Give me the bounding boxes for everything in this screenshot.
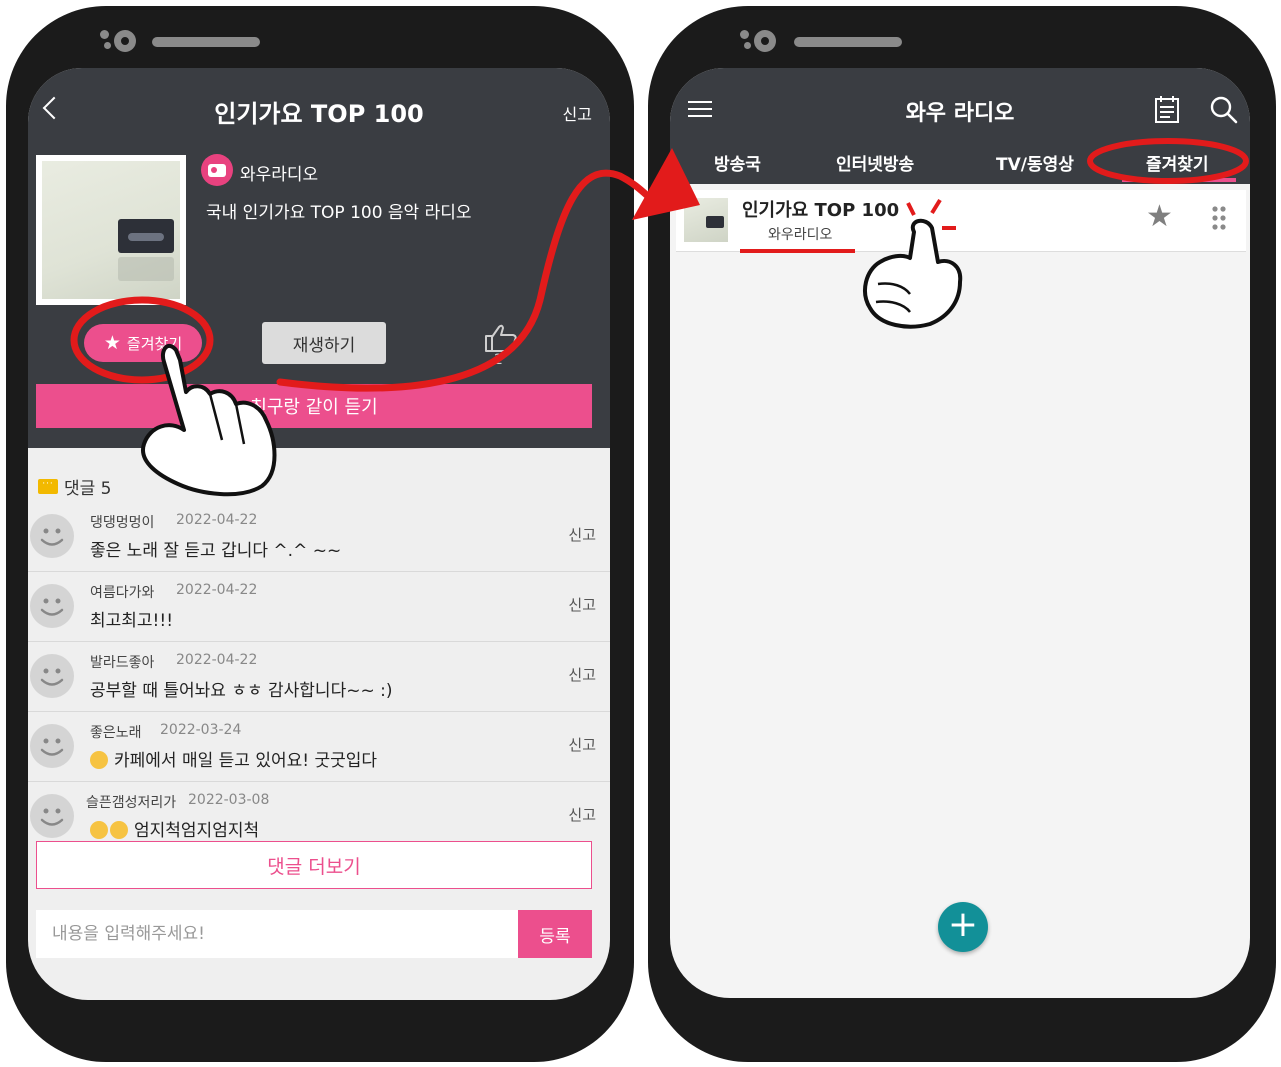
calendar-icon[interactable]	[1154, 94, 1180, 124]
submit-button[interactable]: 등록	[518, 910, 592, 958]
station-detail-header: 인기가요 TOP 100 신고 와우라디오 국내 인기가요 TOP 100 음악…	[28, 68, 610, 448]
app-header: 와우 라디오 방송국 인터넷방송 TV/동영상 즐겨찾기	[670, 68, 1250, 184]
tab-bar: 방송국 인터넷방송 TV/동영상 즐겨찾기	[670, 144, 1250, 182]
speech-bubble-icon: ···	[38, 479, 58, 494]
star-icon[interactable]: ★	[1146, 202, 1173, 232]
comment-date: 2022-03-24	[160, 722, 242, 738]
comment-report-link[interactable]: 신고	[568, 664, 596, 685]
tab-internet-radio[interactable]: 인터넷방송	[836, 150, 914, 175]
station-name: 와우라디오	[240, 165, 319, 185]
comment-author: 슬픈갬성저리가	[86, 795, 177, 811]
tab-tv-video[interactable]: TV/동영상	[996, 150, 1074, 175]
comment-text: 최고최고!!!	[90, 611, 174, 631]
comment-text: 공부할 때 틀어놔요 ㅎㅎ 감사합니다~~ :)	[90, 681, 393, 701]
speaker-grille	[152, 37, 260, 47]
right-screen: 와우 라디오 방송국 인터넷방송 TV/동영상 즐겨찾기 인기가요 TOP 10…	[670, 68, 1250, 998]
comment-date: 2022-04-22	[176, 582, 258, 598]
album-thumbnail	[684, 198, 728, 242]
comment-report-link[interactable]: 신고	[568, 594, 596, 615]
comment-text: 엄지척엄지엄지척	[90, 816, 259, 841]
tab-broadcasters[interactable]: 방송국	[714, 150, 761, 175]
avatar	[30, 654, 74, 698]
comment-author: 발라드좋아	[90, 655, 155, 671]
avatar	[30, 514, 74, 558]
comment-report-link[interactable]: 신고	[568, 734, 596, 755]
comment-count: 댓글 5	[64, 479, 112, 499]
comment-date: 2022-03-08	[188, 792, 270, 808]
thumbs-up-emoji-icon	[90, 821, 108, 839]
like-count: 2	[494, 352, 503, 368]
tab-favorites[interactable]: 즐겨찾기	[1146, 150, 1209, 175]
favorite-subtitle: 와우라디오	[768, 227, 833, 243]
comment-text: 좋은 노래 잘 듣고 갑니다 ^.^ ~~	[90, 541, 342, 561]
active-tab-indicator	[1122, 178, 1236, 182]
favorite-button[interactable]: ★ 즐겨찾기	[84, 324, 202, 362]
comments-header: ··· 댓글 5	[38, 474, 112, 499]
comment-input[interactable]	[36, 910, 518, 958]
comment-row: 댕댕멍멍이 2022-04-22 좋은 노래 잘 듣고 갑니다 ^.^ ~~ 신…	[28, 502, 610, 572]
comment-text: 카페에서 매일 듣고 있어요! 굿굿입다	[90, 746, 377, 771]
search-icon[interactable]	[1210, 96, 1238, 124]
favorite-list-item[interactable]: 인기가요 TOP 100 와우라디오 ★	[676, 190, 1246, 252]
camera-icon	[740, 26, 784, 56]
avatar	[30, 794, 74, 838]
comment-report-link[interactable]: 신고	[568, 804, 596, 825]
comment-input-row: 등록	[36, 910, 592, 958]
comment-report-link[interactable]: 신고	[568, 524, 596, 545]
comment-row: 여름다가와 2022-04-22 최고최고!!! 신고	[28, 572, 610, 642]
comment-date: 2022-04-22	[176, 512, 258, 528]
play-button[interactable]: 재생하기	[262, 322, 386, 364]
comment-date: 2022-04-22	[176, 652, 258, 668]
page-title: 인기가요 TOP 100	[214, 100, 424, 128]
thumbs-up-icon[interactable]	[484, 324, 518, 352]
left-screen: 인기가요 TOP 100 신고 와우라디오 국내 인기가요 TOP 100 음악…	[28, 68, 610, 1000]
camera-icon	[100, 26, 144, 56]
avatar	[30, 724, 74, 768]
comment-author: 댕댕멍멍이	[90, 515, 155, 531]
album-art	[36, 155, 186, 305]
avatar	[30, 584, 74, 628]
thumbs-up-emoji-icon	[110, 821, 128, 839]
star-icon: ★	[103, 331, 121, 354]
comment-author: 좋은노래	[90, 725, 142, 741]
radio-icon	[201, 154, 233, 186]
add-button[interactable]: +	[938, 902, 988, 952]
favorite-label: 즐겨찾기	[126, 334, 183, 353]
cassette-image	[118, 219, 174, 253]
grin-emoji-icon	[90, 751, 108, 769]
more-comments-button[interactable]: 댓글 더보기	[36, 841, 592, 889]
drag-handle-icon[interactable]	[1212, 206, 1226, 230]
comment-row: 좋은노래 2022-03-24 카페에서 매일 듣고 있어요! 굿굿입다 신고	[28, 712, 610, 782]
listen-together-button[interactable]: 친구랑 같이 듣기	[36, 384, 592, 428]
station-description: 국내 인기가요 TOP 100 음악 라디오	[206, 203, 472, 223]
speaker-grille	[794, 37, 902, 47]
report-link[interactable]: 신고	[563, 101, 592, 125]
favorite-title: 인기가요 TOP 100	[742, 200, 900, 221]
comment-row: 발라드좋아 2022-04-22 공부할 때 틀어놔요 ㅎㅎ 감사합니다~~ :…	[28, 642, 610, 712]
comment-author: 여름다가와	[90, 585, 155, 601]
